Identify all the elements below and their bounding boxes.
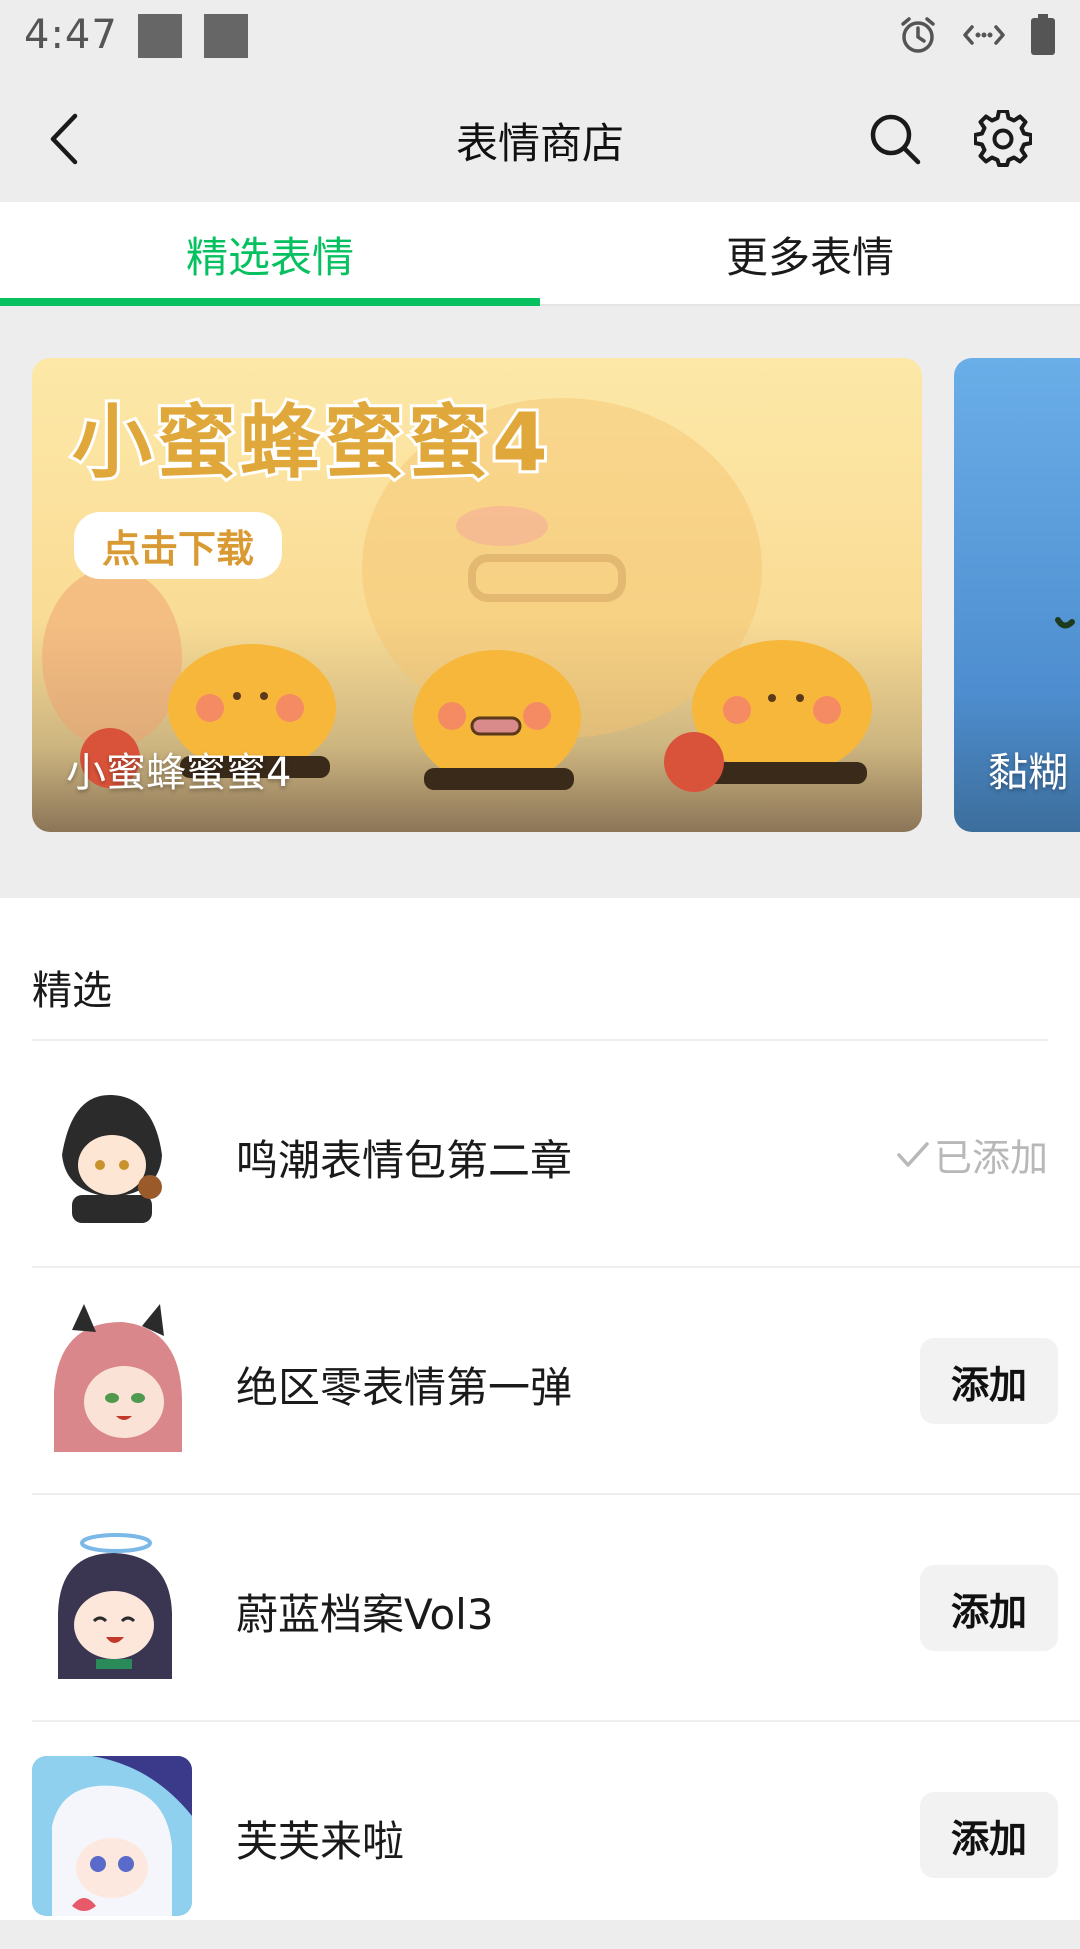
tab-bar: 精选表情 更多表情 [0,202,1080,306]
download-badge: 点击下载 [74,512,283,579]
sticker-pack-thumbnail [32,1756,192,1916]
banner-headline: 小蜜蜂蜜蜜4 [69,393,552,492]
battery-icon [1031,14,1055,55]
sticker-pack-thumbnail [32,1075,192,1235]
sticker-pack-thumbnail [32,1529,192,1689]
list-item[interactable]: 蔚蓝档案Vol3 添加 [0,1495,1080,1722]
active-tab-indicator [0,298,540,306]
search-icon [870,114,921,165]
sticker-list: 精选 鸣潮表情包第二章 已添加 绝区零表情第一弹 添加 蔚蓝档案Vol3 添加 … [0,898,1080,1920]
top-nav-bar: 表情商店 [0,76,1080,202]
notification-square-icon [138,14,182,58]
banner-caption: 黏糊 [988,750,1068,796]
sticker-pack-name: 芙芙来啦 [236,1817,405,1866]
banner-caption: 小蜜蜂蜜蜜4 [66,750,292,796]
list-item[interactable]: 芙芙来啦 添加 [0,1722,1080,1949]
section-title: 精选 [32,968,112,1014]
added-status: 已添加 [896,1127,1048,1182]
alarm-icon [901,17,935,53]
banner-card[interactable]: 小蜜蜂蜜蜜4 点击下载 小蜜蜂蜜蜜4 [32,358,922,832]
status-time: 4:47 [24,12,118,58]
list-item[interactable]: 绝区零表情第一弹 添加 [0,1268,1080,1495]
status-bar: 4:47 [0,0,1080,76]
settings-button[interactable] [968,104,1038,174]
added-label: 已添加 [933,1136,1048,1180]
add-button[interactable]: 添加 [920,1565,1058,1651]
sticker-pack-name: 绝区零表情第一弹 [236,1363,573,1412]
tab-featured-stickers[interactable]: 精选表情 [0,202,540,306]
banner-card-next[interactable]: 黏糊 [954,358,1080,832]
notification-square-icon [204,14,248,58]
bee-figure [413,650,581,790]
checkmark-icon [897,1141,929,1167]
add-button[interactable]: 添加 [920,1792,1058,1878]
data-sync-icon [963,25,1005,45]
gear-icon [974,110,1032,167]
list-item[interactable]: 鸣潮表情包第二章 已添加 [0,1041,1080,1268]
sticker-pack-name: 蔚蓝档案Vol3 [236,1590,494,1639]
banner-carousel[interactable]: 小蜜蜂蜜蜜4 点击下载 小蜜蜂蜜蜜4 黏糊 [0,306,1080,898]
sticker-pack-thumbnail [32,1302,192,1462]
add-button[interactable]: 添加 [920,1338,1058,1424]
tab-more-stickers[interactable]: 更多表情 [540,202,1080,306]
sticker-pack-name: 鸣潮表情包第二章 [236,1136,573,1185]
search-button[interactable] [862,106,928,172]
